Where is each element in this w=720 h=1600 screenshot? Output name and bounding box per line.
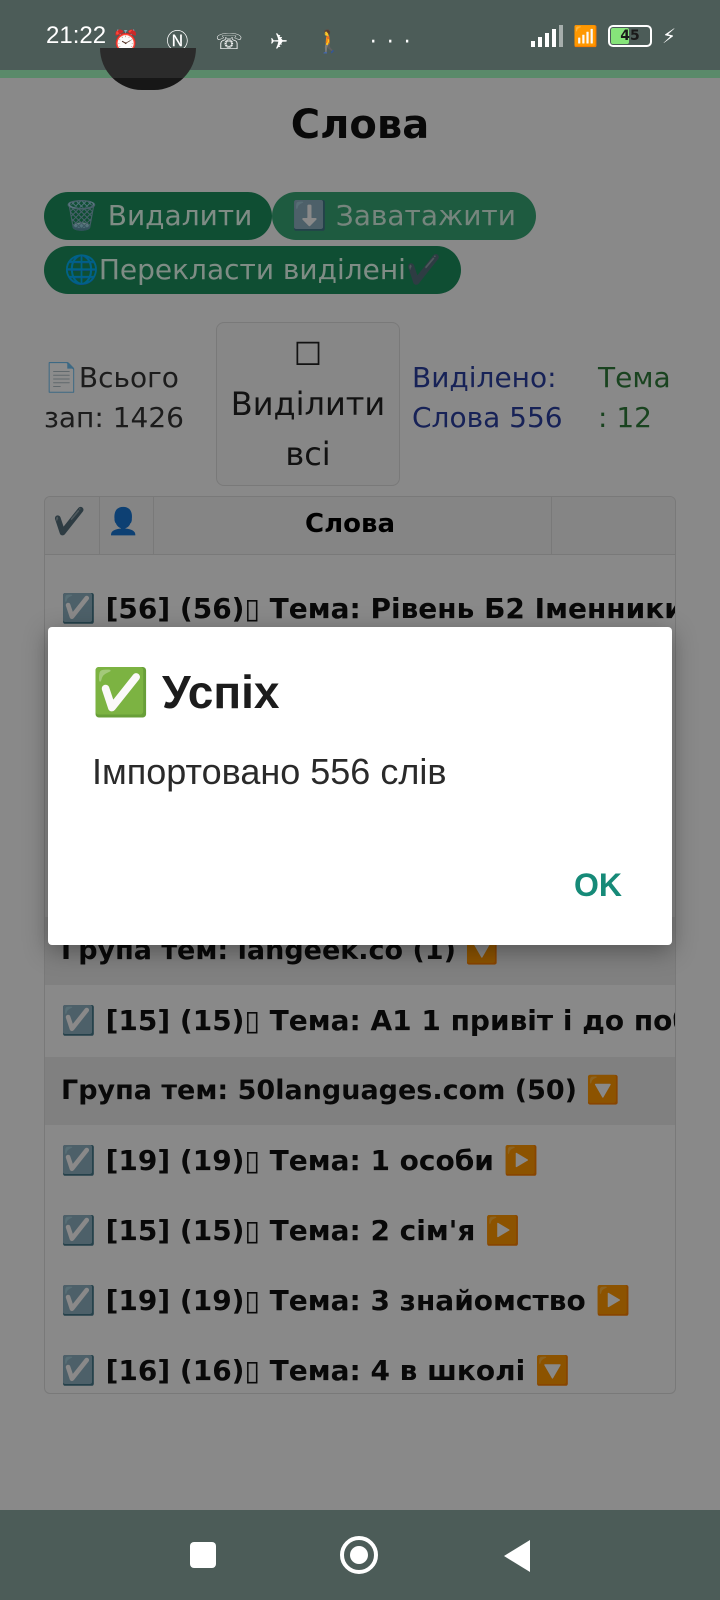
dialog-message: Імпортовано 556 слів [92,751,447,792]
recents-icon[interactable] [190,1542,216,1568]
home-icon[interactable] [340,1536,378,1574]
battery-level: 45 [620,28,640,44]
dialog-title: ✅ Успіх [92,666,280,718]
wifi-icon: 📶 [573,24,598,48]
battery-icon: 45 [607,25,652,47]
system-icons: 📶 45 ⚡ [531,24,676,48]
success-dialog: ✅ Успіх Імпортовано 556 слів OK [48,627,672,945]
back-icon[interactable] [504,1540,530,1572]
navigation-bar [0,1510,720,1600]
status-time: 21:22 [46,22,107,49]
charging-icon: ⚡ [661,24,676,48]
signal-icon [531,25,564,47]
ok-button[interactable]: OK [574,867,622,904]
